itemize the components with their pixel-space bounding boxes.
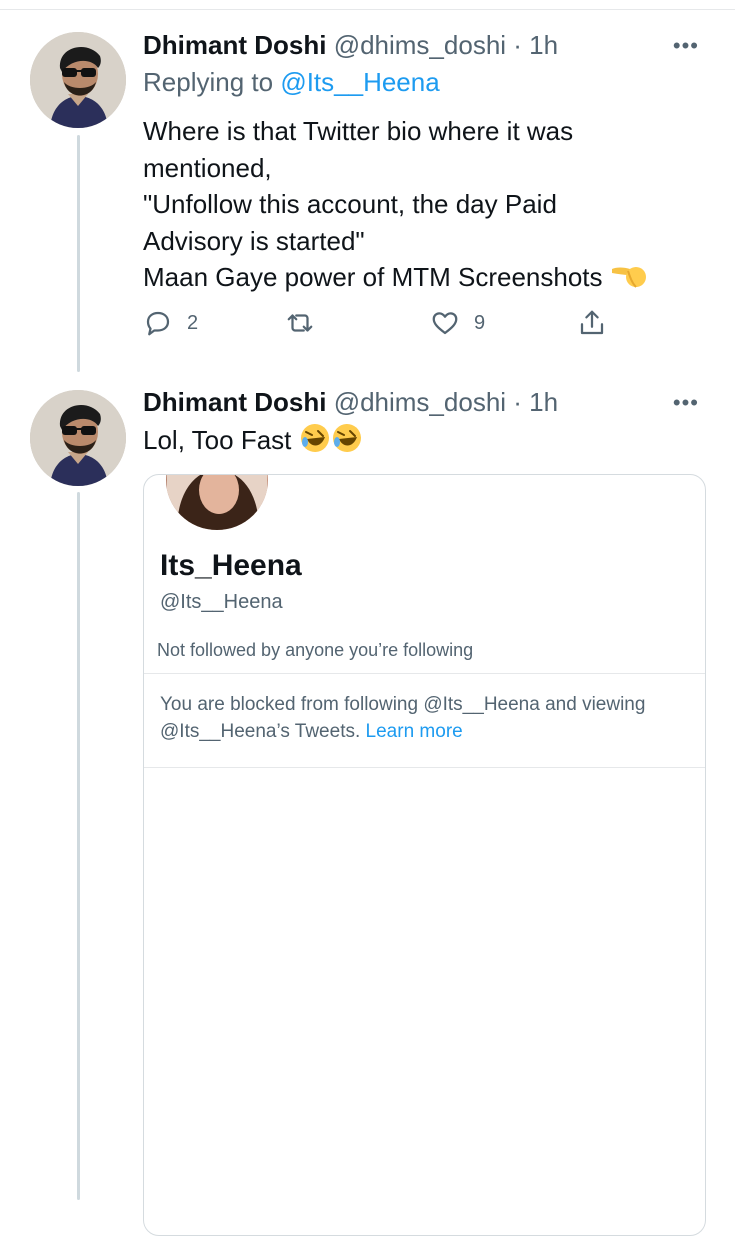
tweet-line: Maan Gaye power of MTM Screenshots bbox=[143, 262, 603, 292]
like-count: 9 bbox=[474, 311, 486, 334]
reply-count: 2 bbox=[187, 311, 199, 334]
more-options-icon[interactable]: ••• bbox=[673, 35, 699, 57]
divider bbox=[144, 673, 705, 674]
profile-avatar bbox=[163, 475, 271, 533]
tweet-header: Dhimant Doshi @dhims_doshi · 1h bbox=[143, 386, 558, 418]
like-button[interactable]: 9 bbox=[430, 308, 485, 338]
profile-screenshot-card[interactable]: Its_Heena @Its__Heena Not followed by an… bbox=[143, 474, 706, 1236]
thread-line bbox=[77, 492, 80, 1200]
more-options-icon[interactable]: ••• bbox=[673, 392, 699, 414]
author-name[interactable]: Dhimant Doshi bbox=[143, 30, 326, 60]
tweet-line: Where is that Twitter bio where it was bbox=[143, 116, 574, 146]
tweet-text: Where is that Twitter bio where it was m… bbox=[143, 113, 646, 301]
author-handle[interactable]: @dhims_doshi bbox=[334, 387, 506, 417]
retweet-button[interactable] bbox=[285, 308, 329, 338]
tweet-line: "Unfollow this account, the day Paid bbox=[143, 189, 557, 219]
reply-mention-link[interactable]: @Its__Heena bbox=[280, 67, 439, 97]
tweet-line: Lol, Too Fast bbox=[143, 425, 292, 455]
tweet-line: mentioned, bbox=[143, 152, 272, 183]
divider bbox=[144, 767, 705, 768]
tweet-text: Lol, Too Fast bbox=[143, 422, 363, 464]
reply-icon bbox=[146, 311, 170, 336]
author-name[interactable]: Dhimant Doshi bbox=[143, 387, 326, 417]
replying-to: Replying to @Its__Heena bbox=[143, 67, 440, 98]
share-button[interactable] bbox=[577, 308, 607, 338]
rolling-laughing-emoji-icon bbox=[299, 422, 331, 464]
replying-to-label: Replying to bbox=[143, 67, 274, 97]
blocked-notice: You are blocked from following @Its__Hee… bbox=[160, 691, 690, 745]
rolling-laughing-emoji-icon bbox=[331, 422, 363, 464]
retweet-icon bbox=[287, 314, 313, 332]
avatar[interactable] bbox=[30, 390, 126, 486]
timestamp[interactable]: · 1h bbox=[513, 30, 558, 60]
thread-line bbox=[77, 135, 80, 372]
followed-note: Not followed by anyone you’re following bbox=[157, 640, 474, 660]
author-handle[interactable]: @dhims_doshi bbox=[334, 30, 506, 60]
share-icon bbox=[580, 310, 604, 335]
profile-name: Its_Heena bbox=[160, 549, 302, 582]
tweet-line: Advisory is started" bbox=[143, 225, 365, 256]
pointing-left-emoji-icon bbox=[610, 261, 646, 301]
heart-icon bbox=[432, 312, 458, 335]
reply-button[interactable]: 2 bbox=[143, 308, 198, 338]
profile-handle: @Its__Heena bbox=[160, 591, 283, 613]
tweet-header: Dhimant Doshi @dhims_doshi · 1h bbox=[143, 29, 558, 61]
avatar[interactable] bbox=[30, 32, 126, 128]
learn-more-link[interactable]: Learn more bbox=[366, 721, 463, 742]
tweet-actions: 2 9 bbox=[143, 308, 623, 344]
timestamp[interactable]: · 1h bbox=[513, 387, 558, 417]
top-divider bbox=[0, 9, 735, 10]
